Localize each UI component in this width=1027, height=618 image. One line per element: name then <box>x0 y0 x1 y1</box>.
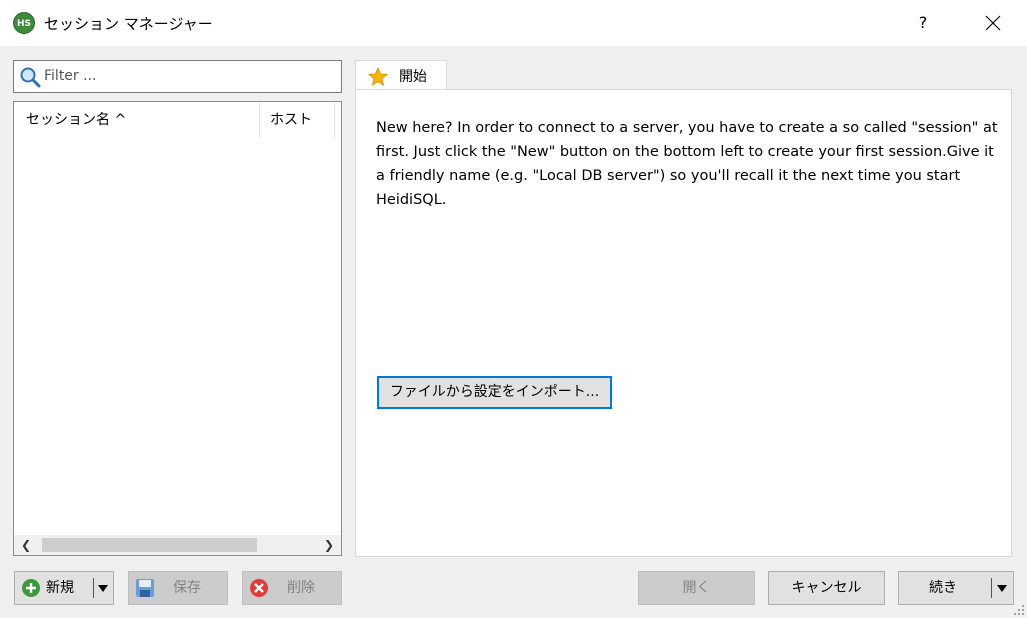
close-icon <box>985 15 1001 31</box>
horizontal-scrollbar[interactable]: ❮ ❯ <box>14 535 341 555</box>
cancel-button-label: キャンセル <box>791 580 862 596</box>
save-button-label: 保存 <box>173 580 201 596</box>
new-button-label: 新規 <box>46 580 74 596</box>
session-list[interactable]: セッション名 ^ ホスト ❮ ❯ <box>13 101 342 556</box>
add-icon <box>22 579 40 597</box>
scroll-left-arrow-icon[interactable]: ❮ <box>16 535 36 555</box>
chevron-down-icon[interactable] <box>98 585 108 592</box>
import-settings-button[interactable]: ファイルから設定をインポート... <box>377 376 612 409</box>
split-divider <box>93 578 94 598</box>
tab-label: 開始 <box>399 69 427 85</box>
chevron-down-icon[interactable] <box>997 585 1007 592</box>
help-button[interactable]: ? <box>906 0 940 46</box>
continue-button-label: 続き <box>929 580 957 596</box>
heidisql-app-icon: HS <box>13 12 35 34</box>
column-divider[interactable] <box>334 102 335 138</box>
continue-button[interactable]: 続き <box>898 571 1014 605</box>
save-icon <box>136 579 154 597</box>
column-divider[interactable] <box>259 102 260 138</box>
column-header-session-name[interactable]: セッション名 ^ <box>26 102 126 138</box>
tab-start[interactable]: 開始 <box>355 60 447 90</box>
scrollbar-thumb[interactable] <box>42 538 257 552</box>
scroll-right-arrow-icon[interactable]: ❯ <box>319 535 339 555</box>
filter-field[interactable] <box>13 60 342 93</box>
new-button[interactable]: 新規 <box>14 571 114 605</box>
title-bar: HS セッション マネージャー ? <box>0 0 1027 46</box>
save-button[interactable]: 保存 <box>128 571 228 605</box>
delete-button-label: 削除 <box>287 580 315 596</box>
intro-text: New here? In order to connect to a serve… <box>376 120 998 208</box>
column-header-host[interactable]: ホスト <box>270 102 312 138</box>
window-title: セッション マネージャー <box>44 15 213 33</box>
filter-input[interactable] <box>44 65 334 87</box>
open-button[interactable]: 開く <box>638 571 755 605</box>
open-button-label: 開く <box>682 580 711 596</box>
cancel-button[interactable]: キャンセル <box>768 571 885 605</box>
delete-button[interactable]: 削除 <box>242 571 342 605</box>
split-divider <box>991 578 992 598</box>
search-icon <box>20 67 41 88</box>
delete-icon <box>250 579 268 597</box>
star-icon <box>368 67 388 86</box>
close-button[interactable] <box>966 0 1020 46</box>
resize-grip-icon[interactable] <box>1013 604 1025 616</box>
start-panel: New here? In order to connect to a serve… <box>355 89 1012 557</box>
